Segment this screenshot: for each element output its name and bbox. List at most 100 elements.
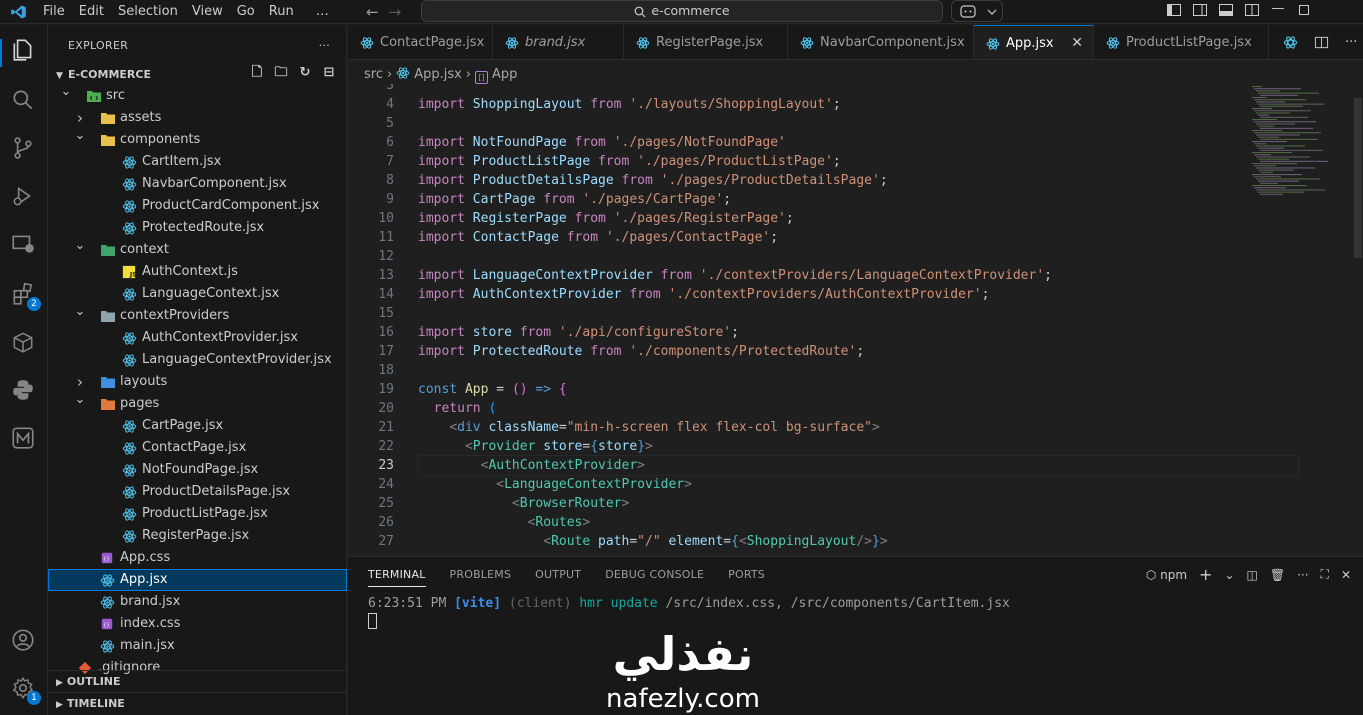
tree-file-item[interactable]: {} index.css — [48, 613, 347, 635]
title-bar: File Edit Selection View Go Run … ← → e-… — [0, 0, 1363, 24]
editor-tab[interactable]: NavbarComponent.jsx — [788, 25, 974, 59]
tab-output[interactable]: OUTPUT — [535, 557, 581, 591]
menu-go[interactable]: Go — [230, 0, 262, 24]
tree-folder-item[interactable]: › assets — [48, 107, 347, 129]
tree-file-item[interactable]: ProductListPage.jsx — [48, 503, 347, 525]
package-icon[interactable] — [10, 329, 38, 357]
toggle-panel-icon[interactable] — [1218, 2, 1234, 18]
tree-file-item[interactable]: ContactPage.jsx — [48, 437, 347, 459]
more-actions-icon[interactable]: ··· — [1345, 35, 1357, 50]
run-debug-icon[interactable] — [10, 183, 38, 211]
tree-folder-item[interactable]: ⌄ contextProviders — [48, 304, 347, 327]
new-file-icon[interactable]: 🗋 — [249, 65, 265, 81]
tree-file-item[interactable]: CartPage.jsx — [48, 415, 347, 437]
source-control-icon[interactable] — [10, 135, 38, 163]
toggle-primary-sidebar-icon[interactable] — [1166, 2, 1182, 18]
toggle-secondary-sidebar-icon[interactable] — [1192, 2, 1208, 18]
remote-explorer-icon[interactable] — [10, 231, 38, 259]
tree-folder-item[interactable]: ⌄ pages — [48, 392, 347, 415]
src-folder-icon — [86, 89, 102, 103]
breadcrumb-folder[interactable]: src — [364, 67, 383, 82]
editor-tab[interactable]: App.jsx ✕ — [974, 25, 1094, 59]
refresh-icon[interactable]: ↻ — [297, 65, 313, 81]
tree-file-item[interactable]: NotFoundPage.jsx — [48, 459, 347, 481]
menu-selection[interactable]: Selection — [111, 0, 185, 24]
terminal-shell-selector[interactable]: ⬡ npm — [1146, 568, 1187, 582]
tree-file-item[interactable]: JS AuthContext.js — [48, 261, 347, 283]
menu-view[interactable]: View — [185, 0, 230, 24]
breadcrumb-symbol[interactable]: App — [492, 67, 517, 82]
editor-tab[interactable]: RegisterPage.jsx — [624, 25, 788, 59]
settings-icon[interactable]: 1 — [10, 675, 41, 705]
line-number: 9 — [386, 192, 394, 207]
explorer-more-button[interactable]: ··· — [319, 25, 330, 67]
breadcrumb-file[interactable]: App.jsx — [414, 67, 462, 82]
tree-file-item[interactable]: brand.jsx — [48, 591, 347, 613]
react-file-icon — [122, 353, 138, 367]
new-terminal-icon[interactable]: + — [1199, 565, 1212, 584]
close-tab-icon[interactable]: ✕ — [1071, 26, 1083, 59]
menu-file[interactable]: File — [36, 0, 72, 24]
copilot-button[interactable] — [951, 0, 1003, 22]
code-editor[interactable]: 3 4 5 6 7 8 9 10 11 12 13 14 15 16 17 18 19 20 21 22 23 24 25 2… — [348, 84, 1363, 556]
tree-file-item[interactable]: LanguageContextProvider.jsx — [48, 349, 347, 371]
account-icon[interactable] — [10, 627, 38, 655]
tree-file-item[interactable]: AuthContextProvider.jsx — [48, 327, 347, 349]
tree-file-item[interactable]: NavbarComponent.jsx — [48, 173, 347, 195]
code-line: import store from './api/configureStore'… — [418, 325, 739, 340]
tab-problems[interactable]: PROBLEMS — [450, 557, 512, 591]
tree-file-item[interactable]: main.jsx — [48, 635, 347, 657]
tree-folder-item[interactable]: ⌄ src — [48, 84, 347, 107]
tree-folder-item[interactable]: ⌄ components — [48, 128, 347, 151]
editor-scrollbar[interactable] — [1354, 98, 1362, 258]
tree-file-item[interactable]: ProductDetailsPage.jsx — [48, 481, 347, 503]
editor-tab[interactable]: ContactPage.jsx — [348, 25, 493, 59]
line-number: 27 — [378, 534, 394, 549]
tree-file-item[interactable]: CartItem.jsx — [48, 151, 347, 173]
python-icon[interactable] — [10, 377, 38, 405]
tree-file-item[interactable]: ProductCardComponent.jsx — [48, 195, 347, 217]
tree-folder-item[interactable]: ⌄ context — [48, 238, 347, 261]
workspace-section-header[interactable]: ▼ E-COMMERCE 🗋 🗀 ↻ ⊟ — [48, 65, 347, 85]
tab-debug-console[interactable]: DEBUG CONSOLE — [605, 557, 704, 591]
new-folder-icon[interactable]: 🗀 — [273, 65, 289, 81]
timeline-section[interactable]: ▶ TIMELINE — [48, 692, 347, 714]
react-icon[interactable] — [1283, 35, 1298, 50]
trash-icon[interactable]: 🗑 — [1270, 568, 1285, 582]
tree-file-item[interactable]: RegisterPage.jsx — [48, 525, 347, 547]
maximize-icon[interactable] — [1296, 2, 1312, 18]
more-actions-icon[interactable]: ··· — [1297, 568, 1308, 582]
extensions-icon[interactable]: 2 — [10, 281, 41, 311]
tab-ports[interactable]: PORTS — [728, 557, 765, 591]
editor-tab[interactable]: brand.jsx — [493, 25, 624, 59]
code-lines[interactable]: import ShoppingLayout from './layouts/Sh… — [417, 84, 1299, 551]
tab-terminal[interactable]: TERMINAL — [368, 557, 426, 587]
close-panel-icon[interactable]: ✕ — [1341, 568, 1351, 582]
menu-edit[interactable]: Edit — [72, 0, 111, 24]
command-center-search[interactable]: e-commerce — [421, 0, 943, 22]
minimap[interactable] — [1248, 84, 1348, 204]
forward-arrow-icon[interactable]: → — [389, 3, 402, 21]
split-editor-icon[interactable] — [1314, 35, 1329, 50]
minimap-line — [1260, 94, 1298, 96]
maximize-panel-icon[interactable]: ⛶ — [1321, 567, 1329, 582]
collapse-all-icon[interactable]: ⊟ — [321, 65, 337, 81]
search-icon[interactable] — [10, 87, 38, 115]
tree-file-item[interactable]: {} App.css — [48, 547, 347, 569]
terminal-cursor[interactable] — [368, 613, 377, 629]
menu-more[interactable]: … — [309, 0, 336, 24]
tree-file-item[interactable]: App.jsx — [48, 569, 347, 591]
files-icon[interactable] — [10, 37, 38, 65]
outline-section[interactable]: ▶ OUTLINE — [48, 670, 347, 692]
customize-layout-icon[interactable] — [1244, 2, 1260, 18]
tree-file-item[interactable]: ProtectedRoute.jsx — [48, 217, 347, 239]
tree-folder-item[interactable]: › layouts — [48, 371, 347, 393]
back-arrow-icon[interactable]: ← — [366, 3, 379, 21]
split-terminal-icon[interactable]: ◫ — [1247, 568, 1258, 582]
tree-file-item[interactable]: LanguageContext.jsx — [48, 283, 347, 305]
chevron-down-icon[interactable]: ⌄ — [1224, 568, 1234, 582]
minimize-icon[interactable]: — — [1270, 2, 1286, 18]
menu-run[interactable]: Run — [262, 0, 301, 24]
m-icon[interactable] — [10, 425, 38, 453]
editor-tab[interactable]: ProductListPage.jsx — [1094, 25, 1269, 59]
